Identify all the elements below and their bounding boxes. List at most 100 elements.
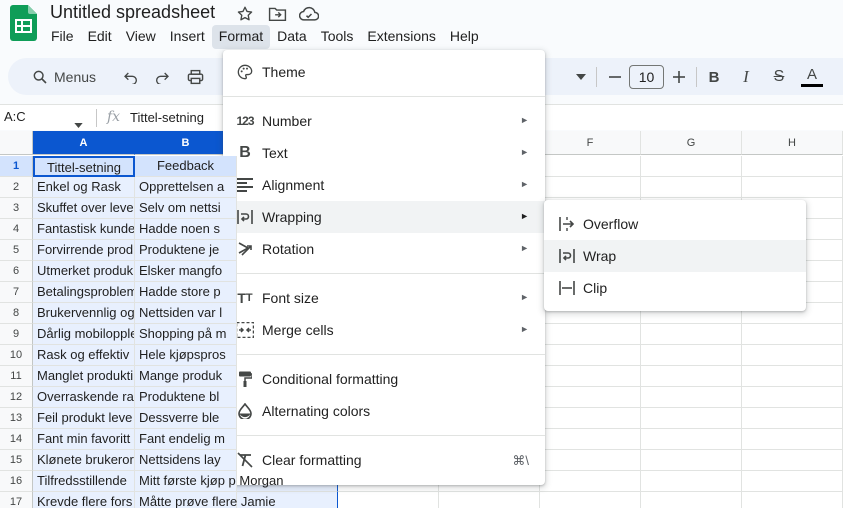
star-icon[interactable] [235,4,255,24]
table-cell[interactable] [742,324,843,345]
table-cell[interactable]: Mitt første kjøp p Morgan [135,471,283,492]
table-cell[interactable] [742,471,843,492]
row-header[interactable]: 4 [0,219,33,240]
menu-edit[interactable]: Edit [81,25,119,49]
table-cell[interactable]: Produktene bl [135,387,237,408]
name-box[interactable]: A:C [4,109,26,124]
row-header[interactable]: 1 [0,156,33,177]
table-cell[interactable]: Måtte prøve flere Jamie [135,492,276,508]
row-header[interactable]: 10 [0,345,33,366]
table-cell[interactable] [641,429,742,450]
table-cell[interactable] [742,345,843,366]
wrapping-overflow[interactable]: Overflow [544,208,806,240]
wrapping-clip[interactable]: Clip [544,272,806,304]
table-cell[interactable] [742,156,843,177]
row-header[interactable]: 13 [0,408,33,429]
menu-insert[interactable]: Insert [163,25,212,49]
menu-format[interactable]: Format [211,25,271,49]
bold-icon[interactable]: B [703,66,725,88]
column-header-b[interactable]: B [135,131,237,155]
row-header[interactable]: 16 [0,471,33,492]
table-cell[interactable] [641,177,742,198]
table-cell[interactable]: Tilfredsstillende [33,471,135,492]
row-header[interactable]: 6 [0,261,33,282]
formula-input[interactable]: Tittel-setning [130,110,204,125]
format-menu-theme[interactable]: Theme [223,56,545,88]
italic-icon[interactable]: I [735,66,757,88]
table-cell[interactable]: Opprettelsen a [135,177,237,198]
table-cell[interactable]: Utmerket produk [33,261,135,282]
table-cell[interactable] [641,156,742,177]
table-cell[interactable] [742,492,843,508]
strikethrough-icon[interactable]: S [768,66,790,88]
table-cell[interactable] [742,366,843,387]
table-cell[interactable] [641,366,742,387]
table-cell[interactable] [540,345,641,366]
table-cell[interactable] [641,387,742,408]
table-cell[interactable]: Dårlig mobilopple [33,324,135,345]
font-dropdown-chevron-icon[interactable] [570,66,592,88]
cloud-saved-icon[interactable] [299,4,319,24]
row-header[interactable]: 15 [0,450,33,471]
format-menu-text[interactable]: B Text ► [223,137,545,169]
table-cell[interactable] [540,429,641,450]
table-cell[interactable]: Feil produkt leve [33,408,135,429]
table-cell[interactable]: Forvirrende prod [33,240,135,261]
table-cell[interactable]: Hele kjøpspros [135,345,237,366]
table-cell[interactable] [540,408,641,429]
font-size-input[interactable]: 10 [629,65,664,89]
menu-data[interactable]: Data [270,25,314,49]
undo-icon[interactable] [120,66,142,88]
row-header[interactable]: 17 [0,492,33,508]
row-header[interactable]: 11 [0,366,33,387]
table-cell[interactable] [540,177,641,198]
table-cell[interactable] [540,492,641,508]
table-cell[interactable] [742,177,843,198]
table-cell[interactable] [540,450,641,471]
format-menu-alignment[interactable]: Alignment ► [223,169,545,201]
table-cell[interactable] [540,156,641,177]
column-header-h[interactable]: H [742,131,843,155]
format-menu-clear-formatting[interactable]: Clear formatting ⌘\ [223,444,545,476]
table-cell[interactable] [338,492,439,508]
table-cell[interactable] [439,492,540,508]
row-header[interactable]: 14 [0,429,33,450]
table-cell[interactable]: Fantastisk kunde [33,219,135,240]
document-title[interactable]: Untitled spreadsheet [50,2,215,23]
text-color-icon[interactable]: A [801,66,823,88]
table-cell[interactable] [742,408,843,429]
print-icon[interactable] [184,66,206,88]
row-header[interactable]: 9 [0,324,33,345]
table-cell[interactable]: Brukervennlig og [33,303,135,324]
table-cell[interactable]: Fant endelig m [135,429,237,450]
table-cell[interactable]: Enkel og Rask [33,177,135,198]
menu-help[interactable]: Help [443,25,486,49]
table-cell[interactable] [641,324,742,345]
table-cell[interactable]: Produktene je [135,240,237,261]
select-all-corner[interactable] [0,131,33,155]
format-menu-conditional-formatting[interactable]: Conditional formatting [223,363,545,395]
format-menu-font-size[interactable]: TT Font size ► [223,282,545,314]
table-cell[interactable]: Dessverre ble [135,408,237,429]
decrease-font-size-icon[interactable] [604,66,626,88]
column-header-a[interactable]: A [33,131,135,155]
table-cell[interactable] [742,429,843,450]
menu-view[interactable]: View [119,25,163,49]
move-to-folder-icon[interactable] [267,4,287,24]
menu-file[interactable]: File [44,25,81,49]
format-menu-alternating-colors[interactable]: Alternating colors [223,395,545,427]
table-cell[interactable] [641,345,742,366]
row-header[interactable]: 12 [0,387,33,408]
table-cell[interactable] [540,366,641,387]
format-menu-wrapping[interactable]: Wrapping ► [223,201,545,233]
table-cell[interactable] [540,387,641,408]
table-cell[interactable]: Fant min favoritt [33,429,135,450]
menu-extensions[interactable]: Extensions [360,25,442,49]
row-header[interactable]: 3 [0,198,33,219]
table-cell[interactable] [641,471,742,492]
table-cell[interactable]: Krevde flere fors [33,492,135,508]
table-cell[interactable]: Hadde noen s [135,219,237,240]
sheets-logo-icon[interactable] [10,5,37,41]
table-cell[interactable] [742,450,843,471]
table-cell[interactable] [540,324,641,345]
